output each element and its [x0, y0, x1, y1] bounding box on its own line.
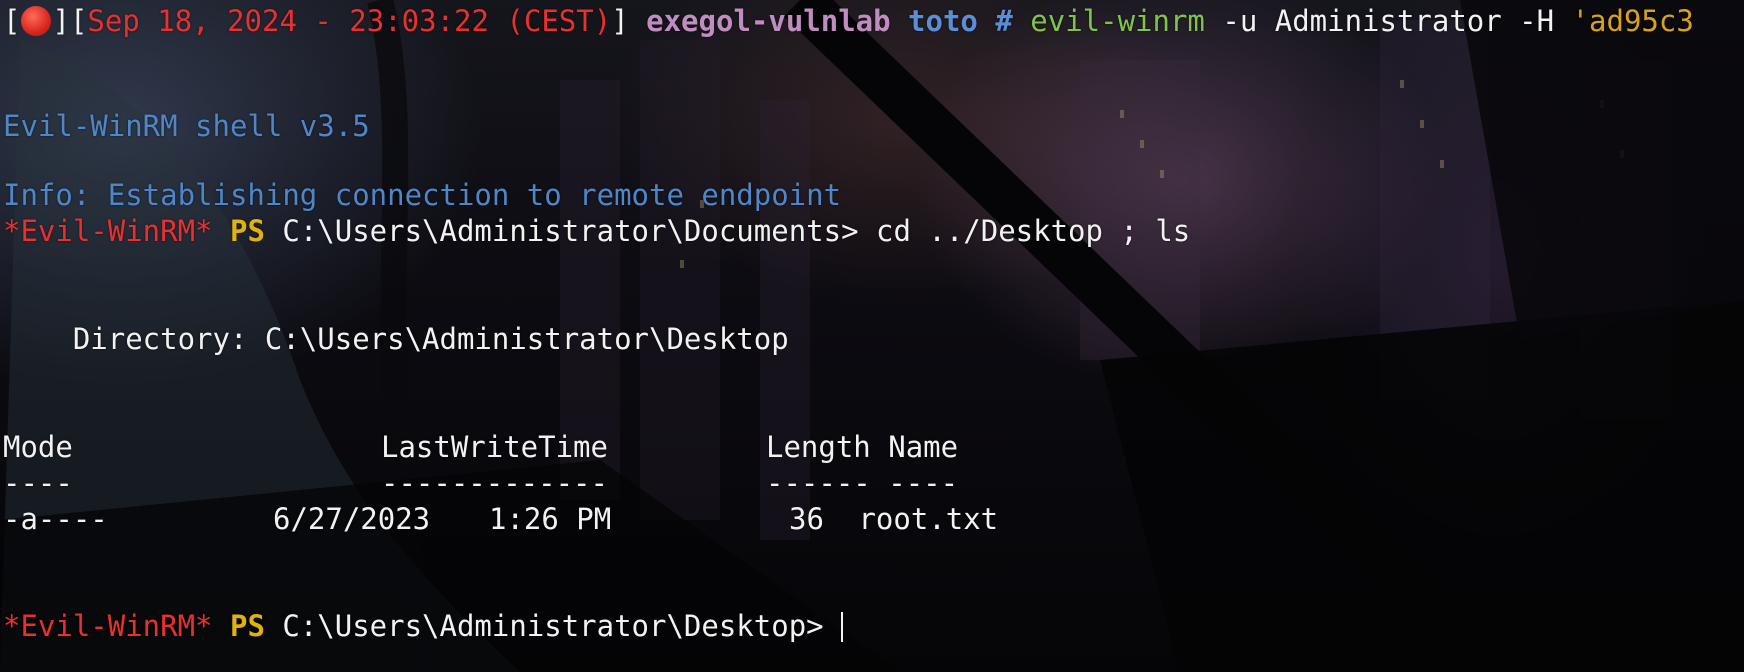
- terminal-output: [][Sep 18, 2024 - 23:03:22 (CEST)] exego…: [3, 3, 1744, 644]
- header-name: Name: [888, 430, 959, 464]
- separator-mode: ----: [3, 466, 73, 500]
- header-mode: Mode: [3, 430, 73, 464]
- prompt-bracket: [: [69, 4, 88, 38]
- terminal-window[interactable]: [][Sep 18, 2024 - 23:03:22 (CEST)] exego…: [0, 0, 1744, 672]
- row-length: 36: [789, 502, 824, 536]
- ps-prompt-line[interactable]: *Evil-WinRM* PS C:\Users\Administrator\D…: [3, 608, 1744, 644]
- ps-path: C:\Users\Administrator\Desktop>: [264, 609, 824, 643]
- header-length: Length: [766, 430, 871, 464]
- table-row: -a---- 6/27/2023 1:26 PM 36 root.txt: [3, 501, 1744, 537]
- command-args: -u Administrator -H: [1204, 4, 1572, 38]
- row-date: 6/27/2023: [273, 502, 431, 536]
- command-name: evil-winrm: [1030, 4, 1205, 38]
- prompt-bracket: ]: [611, 4, 629, 38]
- separator-length: ------: [766, 466, 871, 500]
- table-separator: ---- ------------- ------ ----: [3, 465, 1744, 501]
- directory-text: Directory: C:\Users\Administrator\Deskto…: [3, 322, 789, 356]
- session-tag: *Evil-WinRM*: [3, 609, 213, 643]
- ps-command: cd ../Desktop ; ls: [858, 214, 1191, 248]
- info-line: Info: Establishing connection to remote …: [3, 177, 1744, 213]
- separator-lastwritetime: -------------: [381, 466, 608, 500]
- red-record-dot-icon: [21, 6, 52, 36]
- ps-label: PS: [229, 214, 265, 248]
- table-header: Mode LastWriteTime Length Name: [3, 429, 1744, 465]
- separator-name: ----: [888, 466, 959, 500]
- prompt-bracket: ]: [52, 4, 70, 38]
- text-cursor[interactable]: [841, 612, 844, 642]
- banner-text: Evil-WinRM shell v3.5: [3, 109, 370, 143]
- ps-prompt-line: *Evil-WinRM* PS C:\Users\Administrator\D…: [3, 213, 1744, 249]
- command-hash: 'ad95c3: [1571, 4, 1694, 38]
- directory-line: Directory: C:\Users\Administrator\Deskto…: [3, 321, 1744, 357]
- prompt-directory: toto: [908, 4, 978, 38]
- prompt-line: [][Sep 18, 2024 - 23:03:22 (CEST)] exego…: [3, 3, 1744, 39]
- session-tag: *Evil-WinRM*: [3, 214, 213, 248]
- prompt-timestamp: Sep 18, 2024 - 23:03:22 (CEST): [87, 4, 612, 38]
- prompt-bracket: [: [3, 4, 21, 38]
- shell-banner: Evil-WinRM shell v3.5: [3, 108, 1744, 144]
- info-text: Info: Establishing connection to remote …: [3, 178, 842, 212]
- row-time: 1:26 PM: [489, 502, 612, 536]
- row-name: root.txt: [858, 502, 999, 536]
- ps-label: PS: [229, 609, 265, 643]
- prompt-host: exegol-vulnlab: [646, 4, 891, 38]
- prompt-symbol: #: [995, 4, 1013, 38]
- header-lastwritetime: LastWriteTime: [381, 430, 608, 464]
- row-mode: -a----: [3, 502, 108, 536]
- ps-path: C:\Users\Administrator\Documents>: [264, 214, 859, 248]
